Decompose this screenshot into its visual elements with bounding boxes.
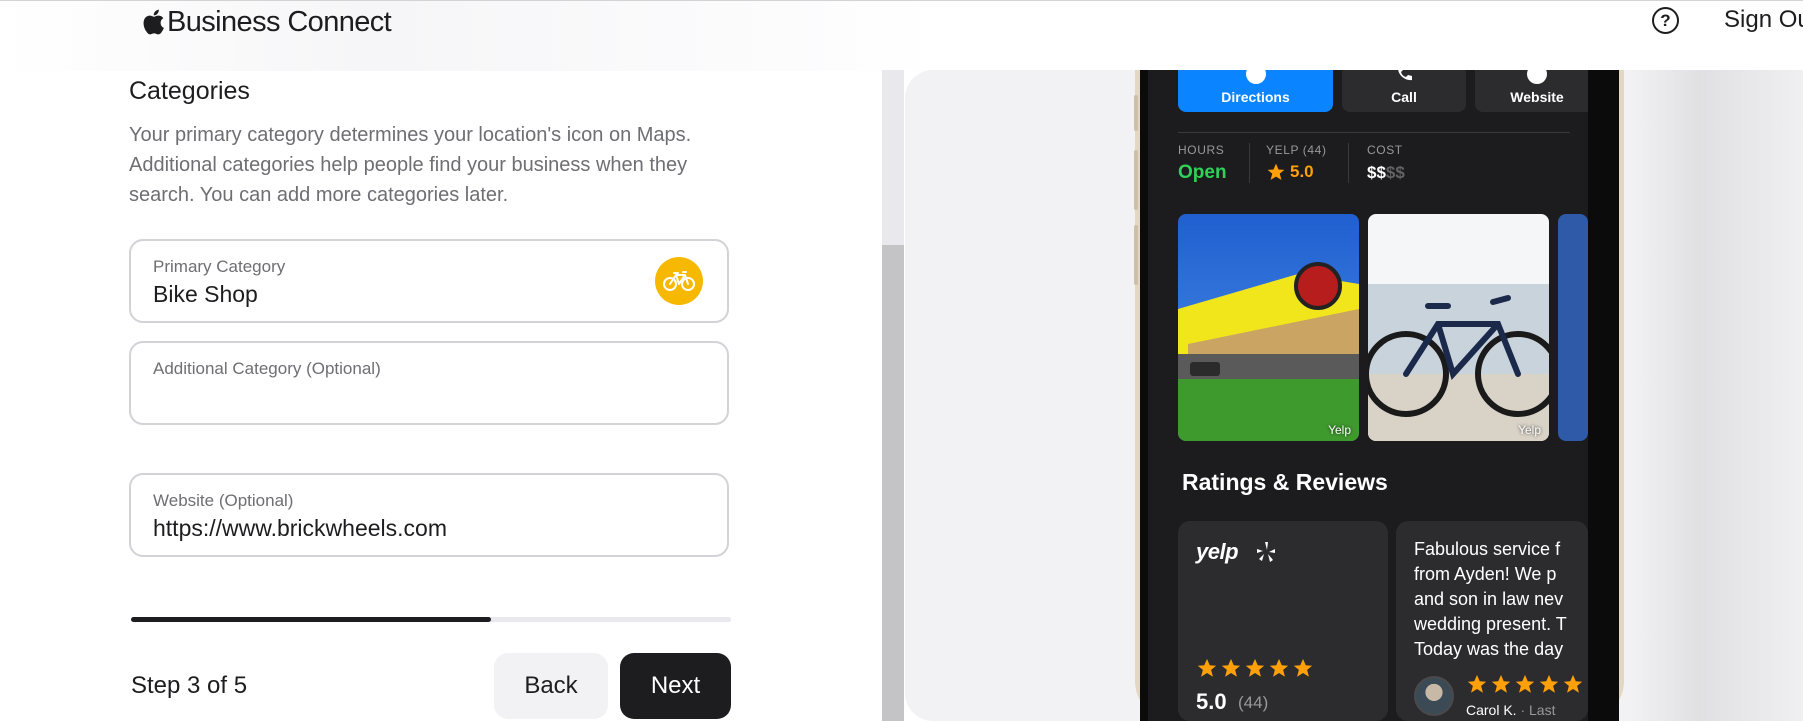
stat-divider	[1249, 143, 1250, 183]
phone-side-button	[1134, 225, 1138, 285]
star-icon	[1293, 658, 1313, 677]
review-text: Fabulous service f from Ayden! We p and …	[1414, 537, 1588, 662]
photo-storefront[interactable]: Yelp	[1178, 214, 1359, 441]
apple-icon	[143, 9, 164, 35]
review-date: · Last	[1520, 702, 1556, 718]
progress-bar	[131, 617, 731, 622]
primary-category-value[interactable]: Bike Shop	[153, 281, 258, 308]
compass-icon	[1527, 70, 1547, 84]
photo-credit: Yelp	[1518, 423, 1541, 437]
reviewer-name-text: Carol K.	[1466, 702, 1517, 718]
primary-category-label: Primary Category	[153, 257, 286, 276]
yelp-logo: yelp	[1196, 539, 1239, 564]
star-icon	[1245, 658, 1265, 677]
yelp-score: 5.0	[1196, 689, 1227, 714]
phone-side-button	[1134, 150, 1138, 210]
reviewer-name: Carol K. · Last	[1466, 702, 1555, 718]
ratings-reviews-title: Ratings & Reviews	[1182, 469, 1388, 495]
hours-label: HOURS	[1178, 143, 1225, 157]
star-icon	[1269, 658, 1289, 677]
storefront-image	[1178, 214, 1359, 441]
step-indicator: Step 3 of 5	[131, 672, 248, 699]
review-line: from Ayden! We p	[1414, 564, 1557, 584]
website-button[interactable]: Website	[1475, 70, 1588, 112]
cost-empty: $$	[1385, 163, 1405, 182]
cost-value: $$$$	[1367, 163, 1405, 183]
preview-shadow	[1630, 70, 1803, 721]
primary-category-field[interactable]: Primary Category Bike Shop	[129, 239, 729, 323]
star-icon	[1539, 674, 1559, 693]
review-line: wedding present. T	[1414, 614, 1567, 634]
yelp-stars	[1196, 657, 1314, 679]
progress-fill	[131, 617, 491, 622]
brand-logo[interactable]: Business Connect	[141, 5, 392, 39]
yelp-rating: 5.0	[1266, 162, 1314, 182]
star-icon	[1467, 674, 1487, 693]
yelp-rating-value: 5.0	[1290, 162, 1314, 181]
review-line: Today was the day	[1414, 639, 1564, 659]
review-card[interactable]: Fabulous service f from Ayden! We p and …	[1396, 521, 1588, 721]
photo-partial[interactable]	[1558, 214, 1588, 441]
section-description: Your primary category determines your lo…	[129, 124, 692, 206]
directions-label: Directions	[1221, 89, 1290, 105]
sign-out-link[interactable]: Sign Ou	[1724, 6, 1803, 34]
cost-label: COST	[1367, 143, 1403, 157]
star-icon	[1515, 674, 1535, 693]
yelp-summary-card[interactable]: yelp 5.0 (44)	[1178, 521, 1388, 721]
phone-screen: Directions Call Website HOURS Open YELP …	[1148, 70, 1588, 721]
brand-name: Business Connect	[167, 5, 392, 38]
website-label: Website (Optional)	[153, 491, 294, 510]
call-label: Call	[1391, 89, 1417, 105]
question-circle-icon[interactable]: ?	[1652, 7, 1679, 34]
star-icon	[1563, 674, 1583, 693]
yelp-review-count: (44)	[1238, 693, 1269, 712]
phone-side-button	[1134, 95, 1138, 131]
photo-credit: Yelp	[1328, 423, 1351, 437]
star-icon	[1491, 674, 1511, 693]
star-icon	[1267, 163, 1285, 180]
photo-bicycle[interactable]: Yelp	[1368, 214, 1549, 441]
divider	[1178, 132, 1570, 133]
review-line: and son in law nev	[1414, 589, 1564, 609]
star-icon	[1197, 658, 1217, 677]
additional-category-field[interactable]: Additional Category (Optional)	[129, 341, 729, 425]
website-action-label: Website	[1510, 89, 1564, 105]
stat-divider	[1348, 143, 1349, 183]
yelp-burst-icon	[1257, 542, 1275, 562]
website-value[interactable]: https://www.brickwheels.com	[153, 515, 447, 542]
website-field[interactable]: Website (Optional) https://www.brickwhee…	[129, 473, 729, 557]
star-icon	[1221, 658, 1241, 677]
bicycle-icon	[655, 257, 703, 305]
hours-value: Open	[1178, 162, 1227, 183]
back-button[interactable]: Back	[494, 653, 608, 719]
next-button[interactable]: Next	[620, 653, 731, 719]
yelp-label: YELP (44)	[1266, 143, 1327, 157]
review-stars	[1466, 673, 1584, 695]
directions-button[interactable]: Directions	[1178, 70, 1333, 112]
directions-icon	[1245, 70, 1266, 84]
additional-category-label: Additional Category (Optional)	[153, 359, 381, 378]
review-line: Fabulous service f	[1414, 539, 1561, 559]
scrollbar-thumb[interactable]	[882, 245, 904, 721]
cost-filled: $$	[1367, 163, 1386, 182]
bicycle-image	[1368, 214, 1549, 441]
avatar	[1414, 676, 1454, 716]
phone-icon	[1398, 70, 1412, 81]
call-button[interactable]: Call	[1342, 70, 1466, 112]
top-header: Business Connect ? Sign Ou	[0, 0, 1803, 71]
section-title: Categories	[129, 77, 250, 105]
